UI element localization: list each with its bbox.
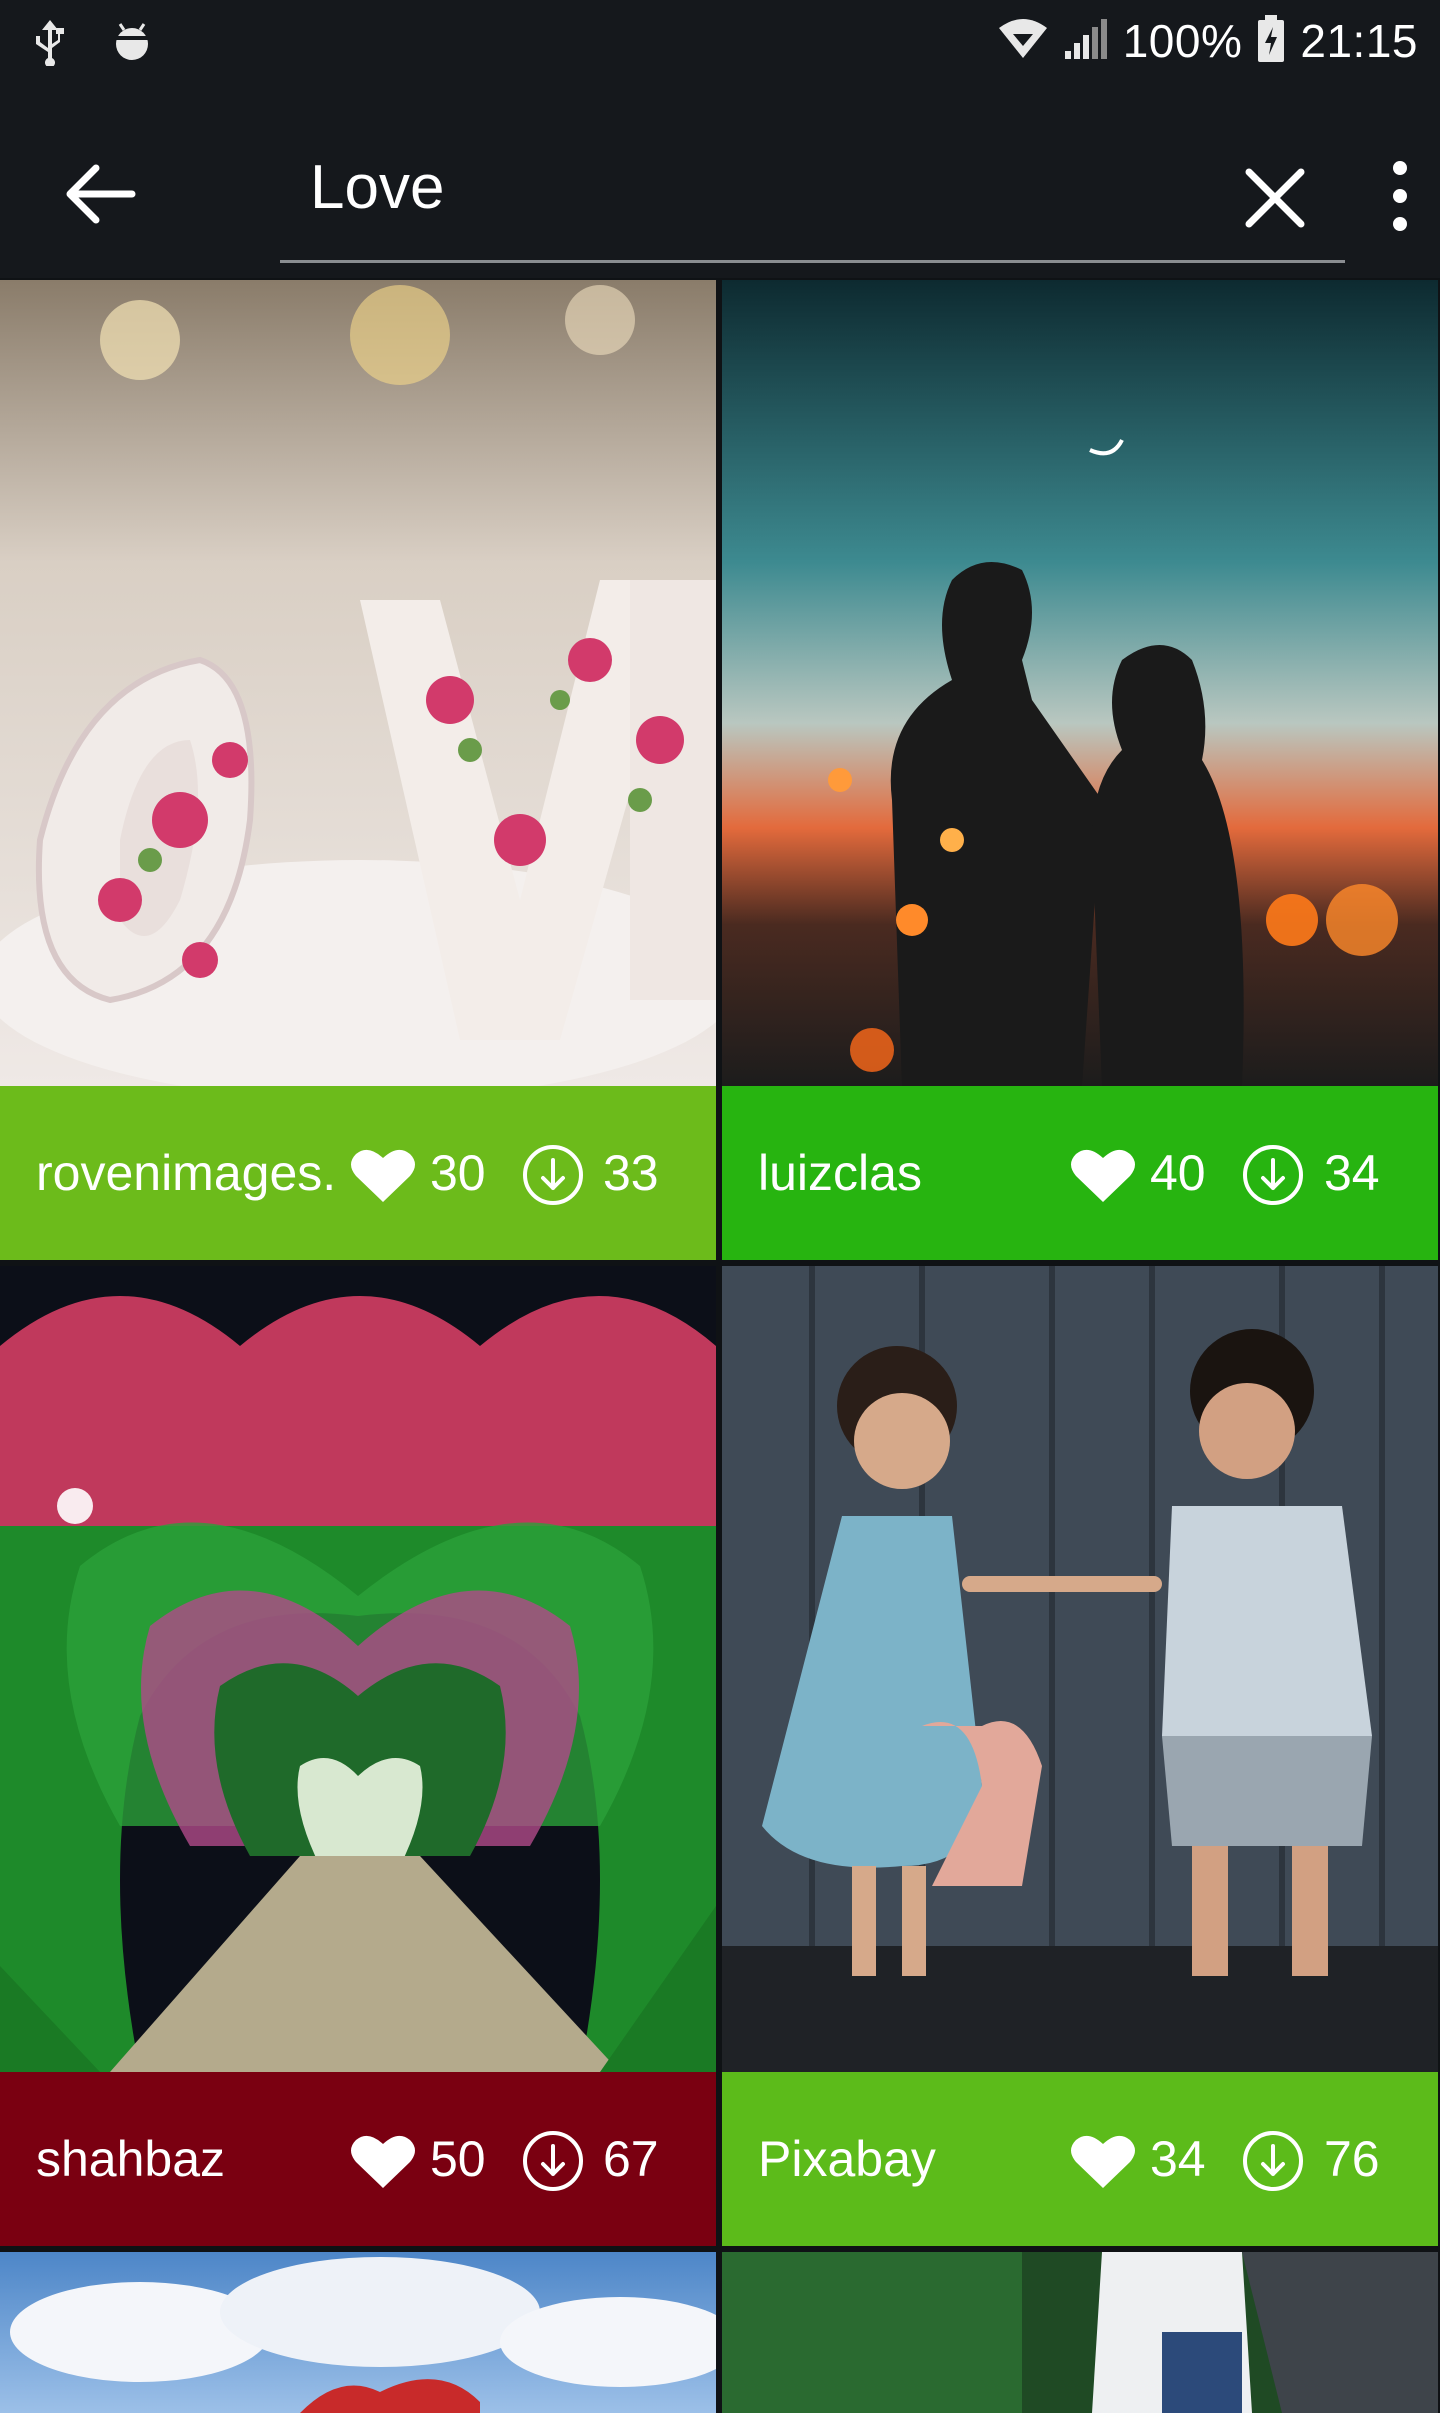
heart-icon[interactable] <box>350 1146 416 1204</box>
back-arrow-icon <box>66 164 136 224</box>
result-card[interactable]: rovenimages. 30 33 <box>0 280 716 1260</box>
clear-search-button[interactable] <box>1225 148 1325 248</box>
result-card-partial[interactable] <box>0 2252 716 2413</box>
result-card[interactable]: shahbaz 50 67 <box>0 1266 716 2246</box>
downloads-count: 34 <box>1324 1145 1380 1201</box>
author-name[interactable]: Pixabay <box>758 2072 936 2246</box>
likes-count: 50 <box>430 2131 486 2187</box>
heart-icon[interactable] <box>350 2132 416 2190</box>
photo-sky-trees[interactable] <box>0 2252 716 2413</box>
photo-couple-forest[interactable] <box>722 2252 1438 2413</box>
clear-icon <box>1245 168 1305 228</box>
card-meta: Pixabay 34 76 <box>722 2072 1438 2246</box>
result-card[interactable]: luizclas 40 34 <box>722 280 1438 1260</box>
likes-count: 40 <box>1150 1145 1206 1201</box>
clock: 21:15 <box>1300 15 1418 67</box>
overflow-menu-button[interactable] <box>1370 146 1430 246</box>
search-app-bar <box>0 84 1440 278</box>
card-meta: shahbaz 50 67 <box>0 2072 716 2246</box>
heart-icon[interactable] <box>1070 2132 1136 2190</box>
author-name[interactable]: rovenimages. <box>36 1086 336 1260</box>
download-icon[interactable] <box>1242 1144 1304 1206</box>
likes-count: 34 <box>1150 2131 1206 2187</box>
card-meta: luizclas 40 34 <box>722 1086 1438 1260</box>
battery-level: 100% <box>1122 15 1243 67</box>
author-name[interactable]: shahbaz <box>36 2072 225 2246</box>
overflow-menu-icon <box>1393 161 1407 231</box>
photo-couple-silhouette[interactable] <box>722 280 1438 1086</box>
author-name[interactable]: luizclas <box>758 1086 922 1260</box>
photo-love-letters[interactable] <box>0 280 716 1086</box>
result-card[interactable]: Pixabay 34 76 <box>722 1266 1438 2246</box>
back-button[interactable] <box>50 144 150 244</box>
downloads-count: 33 <box>603 1145 659 1201</box>
signal-icon <box>1063 17 1109 66</box>
search-underline <box>280 260 1345 263</box>
card-meta: rovenimages. 30 33 <box>0 1086 716 1260</box>
download-icon[interactable] <box>522 1144 584 1206</box>
download-icon[interactable] <box>522 2130 584 2192</box>
likes-count: 30 <box>430 1145 486 1201</box>
download-icon[interactable] <box>1242 2130 1304 2192</box>
usb-icon <box>30 18 70 71</box>
downloads-count: 67 <box>603 2131 659 2187</box>
status-bar: 100% 21:15 <box>0 0 1440 84</box>
photo-flower-arches[interactable] <box>0 1266 716 2072</box>
search-input[interactable] <box>308 146 1212 228</box>
downloads-count: 76 <box>1324 2131 1380 2187</box>
photo-children[interactable] <box>722 1266 1438 2072</box>
result-card-partial[interactable] <box>722 2252 1438 2413</box>
battery-charging-icon <box>1256 14 1286 68</box>
wifi-icon <box>997 18 1049 65</box>
heart-icon[interactable] <box>1070 1146 1136 1204</box>
android-debug-icon <box>110 18 154 71</box>
